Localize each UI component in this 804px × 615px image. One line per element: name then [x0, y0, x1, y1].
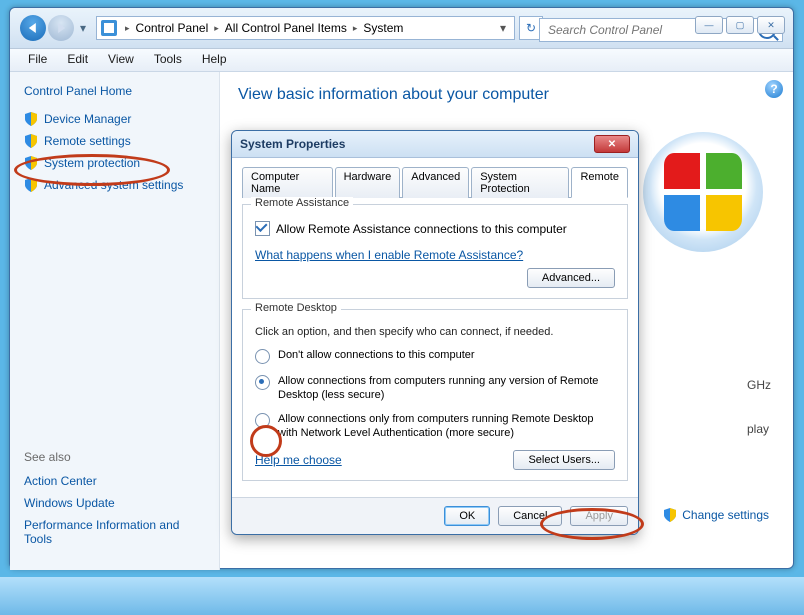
group-legend: Remote Desktop — [251, 302, 341, 314]
dialog-close-button[interactable]: ✕ — [594, 135, 630, 153]
menu-file[interactable]: File — [18, 49, 57, 71]
sidebar-item-label: Device Manager — [44, 112, 131, 126]
sidebar-item-device-manager[interactable]: Device Manager — [24, 112, 205, 126]
radio-label: Allow connections from computers running… — [278, 374, 615, 402]
path-dropdown[interactable]: ▾ — [496, 21, 510, 35]
breadcrumb-item[interactable]: System — [361, 21, 405, 35]
select-users-button[interactable]: Select Users... — [513, 450, 615, 470]
menu-edit[interactable]: Edit — [57, 49, 98, 71]
rd-option-allow-nla[interactable] — [255, 413, 270, 428]
remote-assistance-help-link[interactable]: What happens when I enable Remote Assist… — [255, 248, 523, 262]
dialog-titlebar[interactable]: System Properties ✕ — [232, 131, 638, 158]
tab-hardware[interactable]: Hardware — [335, 167, 401, 198]
breadcrumb-item[interactable]: Control Panel — [134, 21, 211, 35]
change-settings-link[interactable]: Change settings — [663, 508, 769, 522]
windows-logo — [643, 132, 763, 252]
sidebar-item-label: Remote settings — [44, 134, 131, 148]
apply-button[interactable]: Apply — [570, 506, 628, 526]
nav-back-button[interactable] — [20, 15, 46, 41]
shield-icon — [24, 156, 38, 170]
sidebar: Control Panel Home Device Manager Remote… — [10, 72, 220, 570]
sidebar-item-advanced-system-settings[interactable]: Advanced system settings — [24, 178, 205, 192]
tab-computer-name[interactable]: Computer Name — [242, 167, 333, 198]
remote-assistance-advanced-button[interactable]: Advanced... — [527, 268, 615, 288]
cancel-button[interactable]: Cancel — [498, 506, 562, 526]
remote-desktop-group: Remote Desktop Click an option, and then… — [242, 309, 628, 481]
sidebar-item-remote-settings[interactable]: Remote settings — [24, 134, 205, 148]
ok-button[interactable]: OK — [444, 506, 490, 526]
remote-desktop-description: Click an option, and then specify who ca… — [255, 326, 615, 338]
dialog-footer: OK Cancel Apply — [232, 497, 638, 534]
rd-option-allow-any[interactable] — [255, 375, 270, 390]
help-icon[interactable]: ? — [765, 80, 783, 98]
shield-icon — [24, 178, 38, 192]
minimize-button[interactable]: — — [695, 16, 723, 34]
dialog-title: System Properties — [240, 137, 345, 151]
breadcrumb[interactable]: ▸ Control Panel ▸ All Control Panel Item… — [96, 16, 515, 40]
control-panel-home-link[interactable]: Control Panel Home — [24, 84, 205, 98]
nav-forward-button[interactable] — [48, 15, 74, 41]
nav-history-dropdown[interactable]: ▾ — [76, 17, 90, 39]
tab-advanced[interactable]: Advanced — [402, 167, 469, 198]
group-legend: Remote Assistance — [251, 197, 353, 209]
maximize-button[interactable]: ▢ — [726, 16, 754, 34]
tab-remote[interactable]: Remote — [571, 167, 628, 198]
menu-view[interactable]: View — [98, 49, 144, 71]
tab-strip: Computer Name Hardware Advanced System P… — [242, 166, 628, 198]
menu-tools[interactable]: Tools — [144, 49, 192, 71]
see-also-windows-update[interactable]: Windows Update — [24, 496, 205, 510]
sidebar-item-label: Advanced system settings — [44, 178, 183, 192]
taskbar[interactable] — [0, 577, 804, 615]
see-also-action-center[interactable]: Action Center — [24, 474, 205, 488]
page-title: View basic information about your comput… — [238, 86, 775, 104]
shield-icon — [24, 112, 38, 126]
close-button[interactable]: ✕ — [757, 16, 785, 34]
see-also-header: See also — [24, 450, 205, 464]
menu-bar: File Edit View Tools Help — [10, 49, 793, 72]
breadcrumb-item[interactable]: All Control Panel Items — [223, 21, 349, 35]
allow-remote-assistance-checkbox[interactable] — [255, 221, 270, 236]
system-info-fragment: GHz play — [747, 378, 771, 436]
radio-label: Don't allow connections to this computer — [278, 348, 475, 362]
menu-help[interactable]: Help — [192, 49, 237, 71]
computer-icon — [101, 20, 117, 36]
window-titlebar: ▾ ▸ Control Panel ▸ All Control Panel It… — [10, 8, 793, 49]
rd-option-dont-allow[interactable] — [255, 349, 270, 364]
shield-icon — [24, 134, 38, 148]
radio-label: Allow connections only from computers ru… — [278, 412, 615, 440]
see-also-performance-info[interactable]: Performance Information and Tools — [24, 518, 205, 546]
checkbox-label: Allow Remote Assistance connections to t… — [276, 222, 567, 236]
remote-assistance-group: Remote Assistance Allow Remote Assistanc… — [242, 204, 628, 299]
help-me-choose-link[interactable]: Help me choose — [255, 453, 342, 467]
system-properties-dialog: System Properties ✕ Computer Name Hardwa… — [231, 130, 639, 535]
sidebar-item-system-protection[interactable]: System protection — [24, 156, 205, 170]
shield-icon — [663, 508, 677, 522]
tab-system-protection[interactable]: System Protection — [471, 167, 569, 198]
sidebar-item-label: System protection — [44, 156, 140, 170]
